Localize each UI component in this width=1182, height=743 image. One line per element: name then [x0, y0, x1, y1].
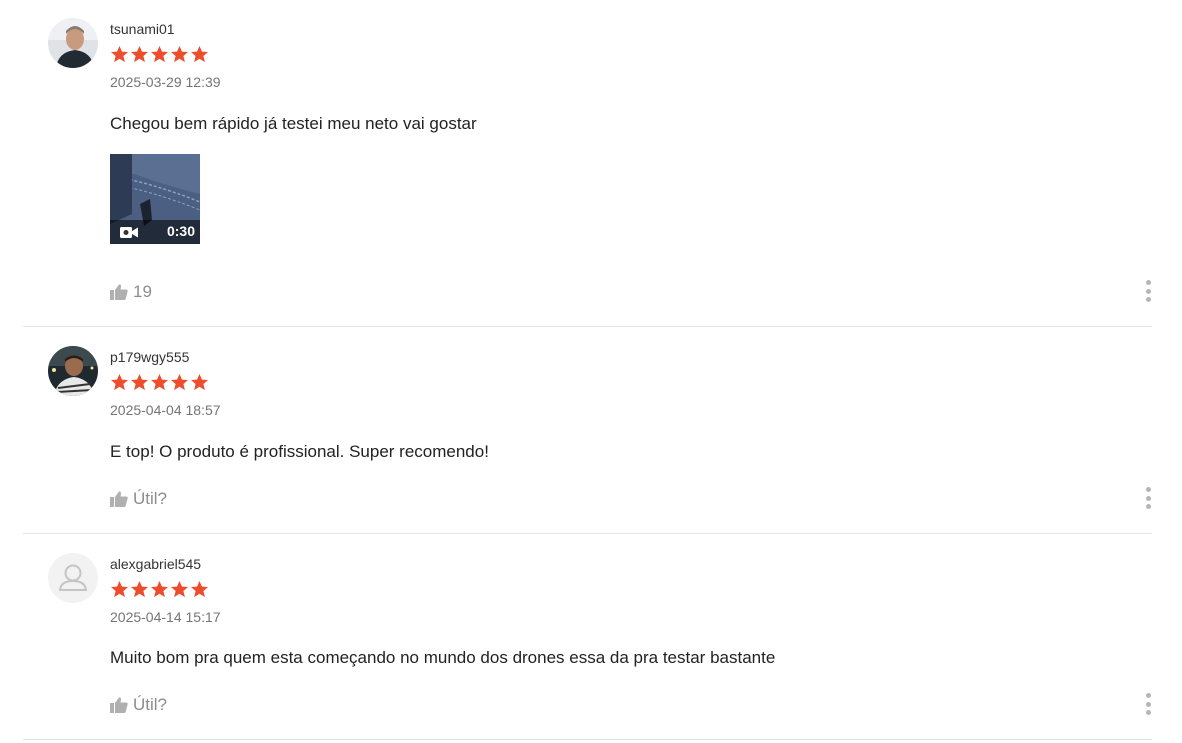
- more-vertical-icon: [1145, 693, 1151, 698]
- star-icon: [150, 580, 169, 598]
- more-options-button[interactable]: [1144, 693, 1152, 715]
- avatar[interactable]: [48, 346, 98, 396]
- star-icon: [110, 45, 129, 63]
- video-duration: 0:30: [166, 223, 195, 239]
- star-icon: [170, 45, 189, 63]
- star-icon: [130, 373, 149, 391]
- star-icon: [190, 45, 209, 63]
- rating-stars: [110, 373, 209, 392]
- more-vertical-icon: [1145, 280, 1151, 285]
- star-icon: [150, 45, 169, 63]
- star-icon: [130, 45, 149, 63]
- like-count: 19: [133, 282, 152, 301]
- review-item: p179wgy555 2025-04-04 18:57 E top! O pro…: [23, 346, 1152, 534]
- star-icon: [190, 373, 209, 391]
- review-comment: E top! O produto é profissional. Super r…: [110, 442, 489, 461]
- review-item: alexgabriel545 2025-04-14 15:17 Muito bo…: [23, 553, 1152, 740]
- username: alexgabriel545: [110, 556, 202, 572]
- user-photo: [48, 18, 98, 68]
- review-video-thumbnail[interactable]: 0:30: [110, 154, 200, 244]
- review-comment: Chegou bem rápido já testei meu neto vai…: [110, 114, 477, 133]
- rating-stars: [110, 45, 209, 64]
- avatar[interactable]: [48, 553, 98, 603]
- review-comment: Muito bom pra quem esta começando no mun…: [110, 648, 776, 667]
- helpful-label: Útil?: [133, 489, 168, 508]
- username: p179wgy555: [110, 349, 190, 365]
- review-date: 2025-04-14 15:17: [110, 609, 221, 625]
- default-avatar-icon: [59, 564, 87, 591]
- review-item: tsunami01 2025-03-29 12:39 Chegou bem rá…: [23, 18, 1152, 327]
- review-date: 2025-03-29 12:39: [110, 74, 221, 90]
- more-vertical-icon: [1145, 487, 1151, 492]
- star-icon: [150, 373, 169, 391]
- review-date: 2025-04-04 18:57: [110, 402, 221, 418]
- username: tsunami01: [110, 21, 175, 37]
- star-icon: [190, 580, 209, 598]
- more-options-button[interactable]: [1144, 487, 1152, 509]
- star-icon: [170, 373, 189, 391]
- star-icon: [130, 580, 149, 598]
- like-button[interactable]: 19: [110, 282, 152, 302]
- video-info-bar: 0:30: [110, 220, 200, 244]
- star-icon: [110, 373, 129, 391]
- star-icon: [110, 580, 129, 598]
- star-icon: [170, 580, 189, 598]
- video-camera-icon: [120, 227, 138, 238]
- user-photo: [48, 346, 98, 396]
- helpful-label: Útil?: [133, 695, 168, 714]
- thumbs-up-icon: [110, 491, 128, 507]
- helpful-button[interactable]: Útil?: [110, 489, 167, 509]
- rating-stars: [110, 580, 209, 599]
- more-options-button[interactable]: [1144, 280, 1152, 302]
- thumbs-up-icon: [110, 697, 128, 713]
- thumbs-up-icon: [110, 284, 128, 300]
- avatar[interactable]: [48, 18, 98, 68]
- helpful-button[interactable]: Útil?: [110, 695, 167, 715]
